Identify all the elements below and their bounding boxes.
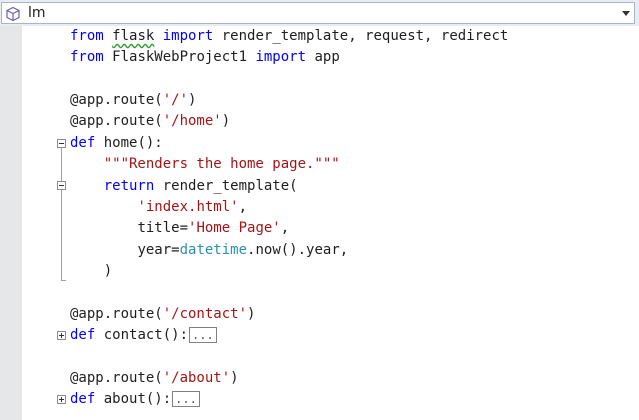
keyword: def [70,135,96,151]
code-text: .now().year, [247,242,349,258]
code-text: ) [70,263,113,279]
decorator: @app.route( [70,92,163,108]
code-text: ) [221,113,231,129]
decorator: @app.route( [70,370,163,386]
code-text: ) [247,306,256,322]
code-text: ) [230,370,239,386]
string-literal: '/home' [162,113,222,129]
keyword: def [70,327,96,343]
code-line: """Renders the home page.""" [70,154,340,175]
code-text: contact(): [95,327,189,343]
navigation-bar: lm [0,0,639,26]
collapsed-region[interactable]: ... [172,391,200,407]
chevron-down-icon[interactable] [622,11,630,16]
code-text: home(): [95,135,163,151]
decorator: @app.route( [70,113,163,129]
keyword: def [70,391,96,407]
cube-icon [6,6,20,22]
code-text: title= [137,220,189,236]
code-line: title='Home Page', [70,218,289,239]
class-name: datetime [179,242,248,258]
expand-about-icon[interactable] [57,395,66,404]
string-literal: 'index.html' [137,199,239,215]
docstring: """Renders the home page.""" [103,156,340,172]
code-text: , [238,199,248,215]
code-line: @app.route('/') [70,90,196,111]
string-literal: '/' [162,92,189,108]
string-literal: '/about' [162,370,231,386]
fold-guide-end [61,280,66,281]
string-literal: '/contact' [162,306,248,322]
dropdown-selected-value: lm [28,5,46,21]
code-text: ) [188,92,197,108]
code-line: 'index.html', [70,197,247,218]
collapse-return-icon[interactable] [57,181,66,190]
code-line: ) [70,261,112,282]
code-line: from FlaskWebProject1 import app [70,47,340,68]
code-line: @app.route('/home') [70,111,230,132]
member-dropdown[interactable]: lm [1,2,635,24]
keyword: from [70,28,104,44]
indicator-margin [0,26,22,420]
collapsed-region[interactable]: ... [189,327,217,343]
code-line: return render_template( [70,176,298,197]
code-text: app [306,49,340,65]
code-text: render_template, request, redirect [213,28,509,44]
code-text: about(): [95,391,172,407]
decorator: @app.route( [70,306,163,322]
code-line: def about():... [70,389,200,410]
module-name: FlaskWebProject1 [112,49,248,65]
keyword: return [103,178,155,194]
code-line: @app.route('/about') [70,368,239,389]
code-line: def contact():... [70,325,217,346]
keyword: import [255,49,307,65]
string-literal: 'Home Page' [188,220,281,236]
keyword: import [162,28,214,44]
code-line: def home(): [70,133,163,154]
code-text: render_template( [154,178,298,194]
fold-guide [61,148,62,281]
expand-contact-icon[interactable] [57,331,66,340]
keyword: from [70,49,104,65]
code-text: year= [137,242,180,258]
code-line: year=datetime.now().year, [70,240,348,261]
code-editor[interactable]: from flask import render_template, reque… [22,26,639,420]
module-name: flask [112,28,155,44]
collapse-home-icon[interactable] [57,139,66,148]
code-text: , [280,220,290,236]
code-line: @app.route('/contact') [70,304,255,325]
code-line: from flask import render_template, reque… [70,26,508,47]
